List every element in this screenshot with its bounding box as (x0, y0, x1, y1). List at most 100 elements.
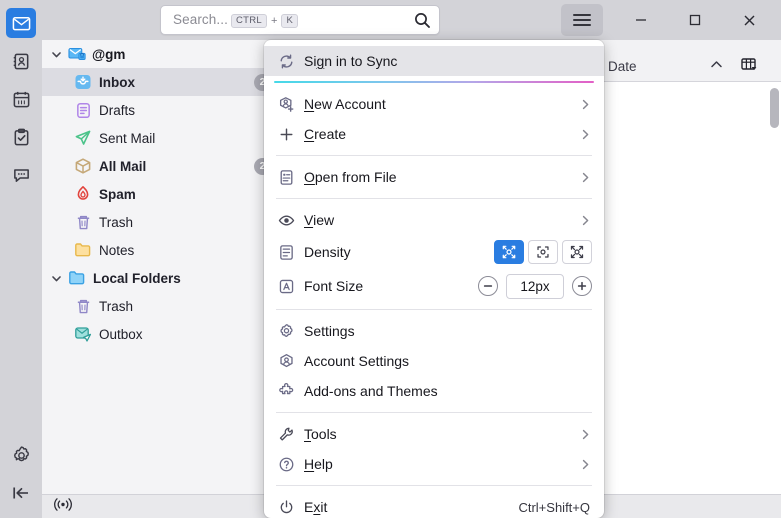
close-icon (744, 15, 754, 25)
menu-item-font-size: Font Size 12px (264, 269, 604, 303)
plus-icon (577, 281, 587, 291)
minimize-icon (636, 19, 646, 21)
archive-icon (72, 157, 94, 175)
search-kbd-ctrl: CTRL (230, 13, 267, 28)
menu-item-label: Font Size (304, 278, 364, 294)
column-header-date[interactable]: Date (608, 59, 637, 74)
search-input[interactable]: Search... CTRL + K (160, 5, 440, 35)
font-size-value[interactable]: 12px (506, 273, 564, 299)
folder-item-inbox[interactable]: Inbox 2 (42, 68, 277, 96)
folder-label: Sent Mail (99, 130, 156, 146)
folder-local-folders-row[interactable]: Local Folders (42, 264, 277, 292)
message-list-scrollbar[interactable] (770, 88, 779, 128)
folder-item-drafts[interactable]: Drafts (42, 96, 277, 124)
menu-item-label: New Account (304, 96, 386, 112)
menu-item-view[interactable]: View (264, 205, 604, 235)
folder-label: Inbox (99, 74, 135, 90)
menu-item-label: Open from File (304, 169, 397, 185)
secure-mail-icon (66, 46, 88, 62)
menu-item-account-settings[interactable]: Account Settings (264, 346, 604, 376)
calendar-icon (13, 91, 29, 107)
spaces-item-calendar[interactable] (6, 84, 36, 114)
chevron-right-icon (579, 128, 592, 141)
spaces-toolbar (0, 0, 42, 518)
collapse-left-icon (13, 487, 28, 499)
folder-item-all-mail[interactable]: All Mail 2 (42, 152, 277, 180)
folder-item-trash[interactable]: Trash (42, 208, 277, 236)
menu-item-exit[interactable]: Exit Ctrl+Shift+Q (264, 492, 604, 518)
menu-item-shortcut: Ctrl+Shift+Q (518, 499, 590, 515)
folder-item-notes[interactable]: Notes (42, 236, 277, 264)
density-option-compact[interactable] (494, 240, 524, 264)
minimize-button[interactable] (618, 0, 664, 40)
chat-bubble-icon (13, 168, 29, 182)
spaces-item-mail[interactable] (6, 8, 36, 38)
font-size-icon (278, 278, 304, 295)
menu-item-open-from-file[interactable]: Open from File (264, 162, 604, 192)
search-kbd-k: K (281, 13, 299, 28)
hamburger-icon-bar (573, 24, 591, 26)
menu-item-add-ons-and-themes[interactable]: Add-ons and Themes (264, 376, 604, 406)
sync-icon (278, 53, 304, 70)
close-button[interactable] (726, 0, 772, 40)
connectivity-icon (52, 497, 74, 517)
tasks-clipboard-icon (14, 128, 28, 145)
menu-item-density: Density (264, 235, 604, 269)
spaces-collapse-button[interactable] (6, 478, 36, 508)
menu-item-settings[interactable]: Settings (264, 316, 604, 346)
power-icon (278, 499, 304, 516)
chevron-down-icon[interactable] (46, 272, 66, 285)
menu-separator (276, 485, 592, 486)
open-file-icon (278, 169, 304, 186)
chevron-right-icon (579, 171, 592, 184)
menu-item-label: Add-ons and Themes (304, 383, 438, 399)
chevron-right-icon (579, 458, 592, 471)
search-placeholder: Search... CTRL + K (173, 12, 301, 28)
menu-item-create[interactable]: Create (264, 119, 604, 149)
sent-icon (72, 129, 94, 147)
chevron-down-icon[interactable] (46, 48, 66, 61)
menu-item-help[interactable]: Help (264, 449, 604, 479)
font-size-increase-button[interactable] (572, 276, 592, 296)
menu-item-new-account[interactable]: New Account (264, 89, 604, 119)
density-button-group (494, 240, 592, 264)
account-icon (278, 353, 304, 370)
menu-item-label: Tools (304, 426, 337, 442)
density-option-default[interactable] (528, 240, 558, 264)
spaces-item-tasks[interactable] (6, 122, 36, 152)
folder-label: Outbox (99, 326, 143, 342)
new-account-icon (278, 96, 304, 113)
column-picker-icon[interactable] (740, 56, 757, 78)
gear-icon (278, 323, 304, 340)
maximize-button[interactable] (672, 0, 718, 40)
plus-icon (278, 126, 304, 143)
thunderbird-window: Search... CTRL + K @gm Inbox 2 Drafts Se… (0, 0, 781, 518)
search-kbd-plus: + (270, 15, 278, 28)
menu-item-tools[interactable]: Tools (264, 419, 604, 449)
folder-label: Local Folders (93, 270, 181, 286)
chevron-right-icon (579, 214, 592, 227)
chevron-up-icon[interactable] (708, 56, 725, 78)
menu-separator (276, 155, 592, 156)
spaces-item-chat[interactable] (6, 160, 36, 190)
spaces-item-address-book[interactable] (6, 46, 36, 76)
folder-item-sent-mail[interactable]: Sent Mail (42, 124, 277, 152)
font-size-decrease-button[interactable] (478, 276, 498, 296)
spaces-item-settings[interactable] (6, 440, 36, 470)
folder-item-spam[interactable]: Spam (42, 180, 277, 208)
folder-label: Trash (99, 298, 134, 314)
folder-account-row[interactable]: @gm (42, 40, 277, 68)
folder-account-label: @gm (92, 46, 126, 62)
menu-item-sign-in-to-sync[interactable]: Sign in to Sync (264, 46, 604, 76)
address-book-icon (13, 53, 28, 69)
envelope-icon (12, 16, 30, 30)
trash-icon (72, 214, 94, 231)
title-bar: Search... CTRL + K (0, 0, 781, 40)
menu-item-label: Density (304, 244, 351, 260)
folder-item-outbox[interactable]: Outbox (42, 320, 277, 348)
menu-separator (276, 198, 592, 199)
app-menu-button[interactable] (561, 4, 603, 36)
folder-label: All Mail (99, 158, 147, 174)
folder-item-local-trash[interactable]: Trash (42, 292, 277, 320)
density-option-relaxed[interactable] (562, 240, 592, 264)
